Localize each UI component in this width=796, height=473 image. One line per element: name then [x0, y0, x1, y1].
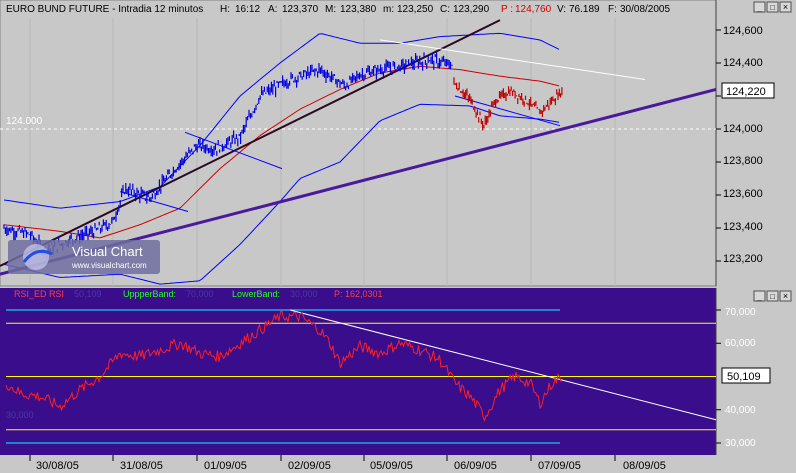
header-lo-label: m:	[383, 4, 394, 15]
header-c-label: C:	[440, 4, 450, 15]
header-m-value: 123,380	[340, 4, 377, 15]
header-c-value: 123,290	[453, 4, 490, 15]
last-price: 124,220	[726, 86, 766, 98]
legend-rsi: RSI_ED RSI	[14, 289, 64, 299]
chart-window: EURO BUND FUTURE - Intradia 12 minutos H…	[0, 0, 796, 473]
price-tick: 124,600	[723, 25, 763, 37]
legend-lower: LowerBand:	[232, 289, 280, 299]
price-tick: 123,200	[723, 253, 763, 265]
header-f-value: 30/08/2005	[620, 4, 670, 15]
rsi-window-controls: _ □ ×	[753, 290, 792, 302]
maximize-icon: □	[770, 3, 775, 12]
header-p-value: 124,760	[515, 4, 552, 15]
rsi-close-icon: ×	[783, 291, 788, 301]
price-tick: 124,000	[723, 123, 763, 135]
level-label: 124.000	[6, 116, 43, 127]
date-tick: 07/09/05	[538, 460, 581, 472]
date-tick: 31/08/05	[120, 460, 163, 472]
watermark-url: www.visualchart.com	[71, 261, 147, 270]
legend-lower-value: 30,000	[290, 289, 318, 299]
price-tick: 123,800	[723, 155, 763, 167]
rsi-maximize-icon: □	[770, 292, 775, 301]
rsi-low-label: 30,000	[6, 410, 34, 420]
rsi-tick: 40,000	[725, 405, 756, 416]
price-window-controls: _ □ ×	[753, 1, 792, 13]
header-p-label: P :	[501, 4, 513, 15]
date-tick: 01/09/05	[204, 460, 247, 472]
visualchart-watermark: Visual Chart www.visualchart.com	[8, 240, 160, 274]
chart-canvas[interactable]: EURO BUND FUTURE - Intradia 12 minutos H…	[0, 0, 796, 473]
rsi-tick: 60,000	[725, 338, 756, 349]
header-f-label: F:	[608, 4, 617, 15]
header-h-value: 16:12	[235, 4, 260, 15]
header-h-label: H:	[220, 4, 230, 15]
legend-p: P: 162,0301	[334, 289, 383, 299]
minimize-icon: _	[756, 2, 763, 12]
date-tick: 05/09/05	[370, 460, 413, 472]
price-tick: 123,600	[723, 188, 763, 200]
header-m-label: M:	[325, 4, 336, 15]
legend-upper: UppperBand:	[123, 289, 176, 299]
rsi-minimize-icon: _	[756, 291, 763, 301]
watermark-brand: Visual Chart	[72, 244, 143, 259]
rsi-tick: 70,000	[725, 307, 756, 318]
header-v-label: V:	[557, 4, 566, 15]
date-tick: 08/09/05	[623, 460, 666, 472]
date-tick: 02/09/05	[288, 460, 331, 472]
header-v-value: 76.189	[569, 4, 600, 15]
date-tick: 06/09/05	[454, 460, 497, 472]
header-a-label: A:	[268, 4, 277, 15]
header-lo-value: 123,250	[397, 4, 434, 15]
close-icon: ×	[783, 2, 788, 12]
chart-title: EURO BUND FUTURE - Intradia 12 minutos	[6, 4, 203, 15]
legend-upper-value: 70,000	[186, 289, 214, 299]
price-tick: 123,400	[723, 221, 763, 233]
date-tick: 30/08/05	[36, 460, 79, 472]
legend-rsi-value: 50,109	[74, 289, 102, 299]
price-tick: 124,400	[723, 57, 763, 69]
header-a-value: 123,370	[282, 4, 319, 15]
rsi-tick: 30,000	[725, 438, 756, 449]
rsi-last-value: 50,109	[727, 371, 761, 383]
